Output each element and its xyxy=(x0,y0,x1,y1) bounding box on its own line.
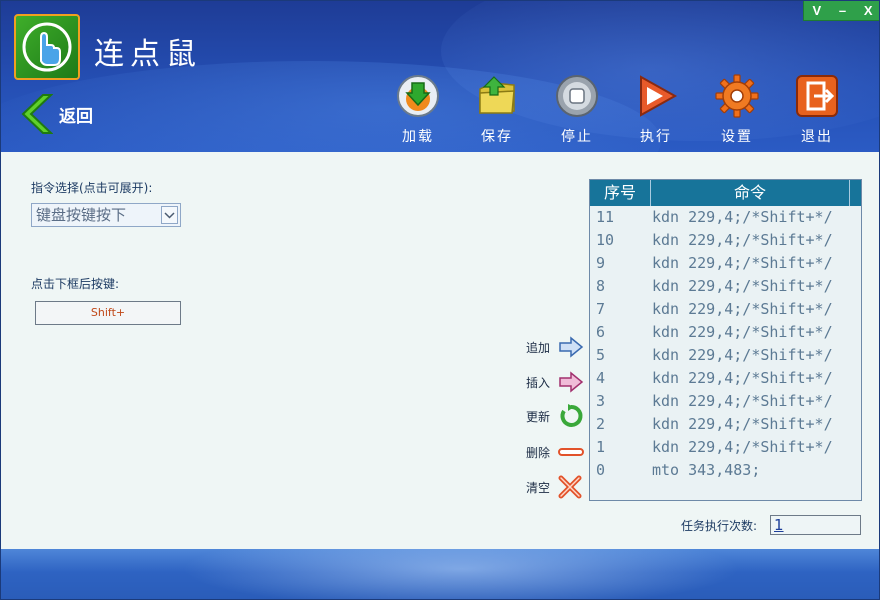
exit-button[interactable]: 退出 xyxy=(787,73,847,145)
download-arrow-icon xyxy=(397,75,439,117)
row-command: kdn 229,4;/*Shift+*/ xyxy=(652,323,833,341)
main-panel: 指令选择(点击可展开): 键盘按键按下 点击下框后按键: Shift+ 追加 插… xyxy=(1,152,879,549)
table-row[interactable]: 3 kdn 229,4;/*Shift+*/ xyxy=(590,390,861,413)
run-count-label: 任务执行次数: xyxy=(681,519,758,533)
restore-button[interactable]: V xyxy=(804,1,830,20)
row-command: kdn 229,4;/*Shift+*/ xyxy=(652,438,833,456)
row-command: kdn 229,4;/*Shift+*/ xyxy=(652,415,833,433)
play-icon xyxy=(640,75,678,117)
command-list-rows: 11 kdn 229,4;/*Shift+*/10 kdn 229,4;/*Shif… xyxy=(590,206,861,482)
footer xyxy=(1,549,879,599)
row-command: kdn 229,4;/*Shift+*/ xyxy=(652,300,833,318)
row-index: 9 xyxy=(596,254,606,272)
row-command: kdn 229,4;/*Shift+*/ xyxy=(652,231,833,249)
settings-label: 设置 xyxy=(721,129,753,145)
run-count-input[interactable]: 1 xyxy=(770,515,861,535)
table-row[interactable]: 9 kdn 229,4;/*Shift+*/ xyxy=(590,252,861,275)
minimize-button[interactable]: – xyxy=(830,1,856,20)
row-index: 4 xyxy=(596,369,606,387)
app-window: 连点鼠 V – X 返回 加载 保存 停止 执行 设置 退出 指令选择(点击可展… xyxy=(0,0,880,600)
row-index: 2 xyxy=(596,415,606,433)
refresh-icon xyxy=(560,404,583,427)
key-capture-field[interactable]: Shift+ xyxy=(35,301,181,325)
row-index: 5 xyxy=(596,346,606,364)
close-icon xyxy=(558,475,582,499)
command-list[interactable]: 序号 命令 11 kdn 229,4;/*Shift+*/10 kdn 229,4;… xyxy=(589,179,862,501)
clear-label: 清空 xyxy=(526,480,551,495)
table-row[interactable]: 10 kdn 229,4;/*Shift+*/ xyxy=(590,229,861,252)
append-button[interactable]: 追加 xyxy=(526,335,584,359)
run-label: 执行 xyxy=(640,129,672,145)
command-list-header: 序号 命令 xyxy=(590,180,861,206)
arrow-right-icon xyxy=(559,371,584,393)
back-button[interactable]: 返回 xyxy=(19,93,93,135)
row-command: mto 343,483; xyxy=(652,461,761,479)
chevron-left-icon xyxy=(21,94,53,134)
save-button[interactable]: 保存 xyxy=(467,73,527,145)
clear-button[interactable]: 清空 xyxy=(526,475,582,499)
back-label: 返回 xyxy=(59,106,93,127)
load-label: 加载 xyxy=(402,129,434,145)
column-header-index[interactable]: 序号 xyxy=(590,180,651,206)
insert-label: 插入 xyxy=(526,375,551,390)
minus-icon xyxy=(558,448,584,456)
table-row[interactable]: 5 kdn 229,4;/*Shift+*/ xyxy=(590,344,861,367)
exit-label: 退出 xyxy=(801,129,833,145)
settings-button[interactable]: 设置 xyxy=(707,73,767,145)
table-row[interactable]: 7 kdn 229,4;/*Shift+*/ xyxy=(590,298,861,321)
table-row[interactable]: 2 kdn 229,4;/*Shift+*/ xyxy=(590,413,861,436)
close-button[interactable]: X xyxy=(855,1,879,20)
chevron-down-icon[interactable] xyxy=(161,206,178,224)
gear-icon xyxy=(715,74,759,118)
command-select-label: 指令选择(点击可展开): xyxy=(31,181,153,195)
row-index: 7 xyxy=(596,300,606,318)
row-command: kdn 229,4;/*Shift+*/ xyxy=(652,208,833,226)
insert-button[interactable]: 插入 xyxy=(526,370,584,394)
delete-label: 删除 xyxy=(526,445,551,460)
window-controls: V – X xyxy=(803,1,879,21)
row-command: kdn 229,4;/*Shift+*/ xyxy=(652,346,833,364)
table-row[interactable]: 6 kdn 229,4;/*Shift+*/ xyxy=(590,321,861,344)
folder-icon xyxy=(479,76,515,114)
stop-label: 停止 xyxy=(561,129,593,145)
table-row[interactable]: 1 kdn 229,4;/*Shift+*/ xyxy=(590,436,861,459)
row-command: kdn 229,4;/*Shift+*/ xyxy=(652,369,833,387)
stop-icon xyxy=(556,75,598,117)
command-select[interactable]: 键盘按键按下 xyxy=(31,203,181,227)
exit-door-icon xyxy=(796,75,838,117)
row-command: kdn 229,4;/*Shift+*/ xyxy=(652,277,833,295)
row-index: 6 xyxy=(596,323,606,341)
stop-button[interactable]: 停止 xyxy=(547,73,607,145)
arrow-right-icon xyxy=(559,336,584,358)
row-index: 10 xyxy=(596,231,615,249)
load-button[interactable]: 加载 xyxy=(388,73,448,145)
table-row[interactable]: 0 mto 343,483; xyxy=(590,459,861,482)
append-label: 追加 xyxy=(526,340,551,355)
row-index: 0 xyxy=(596,461,606,479)
row-index: 11 xyxy=(596,208,615,226)
row-index: 1 xyxy=(596,438,606,456)
table-row[interactable]: 8 kdn 229,4;/*Shift+*/ xyxy=(590,275,861,298)
hand-pointer-icon xyxy=(14,14,80,80)
update-button[interactable]: 更新 xyxy=(526,404,584,428)
run-button[interactable]: 执行 xyxy=(626,73,686,145)
table-row[interactable]: 4 kdn 229,4;/*Shift+*/ xyxy=(590,367,861,390)
key-prompt-label: 点击下框后按键: xyxy=(31,277,120,291)
row-index: 3 xyxy=(596,392,606,410)
delete-button[interactable]: 删除 xyxy=(526,440,584,464)
table-row[interactable]: 11 kdn 229,4;/*Shift+*/ xyxy=(590,206,861,229)
command-select-value: 键盘按键按下 xyxy=(36,206,127,224)
row-command: kdn 229,4;/*Shift+*/ xyxy=(652,392,833,410)
update-label: 更新 xyxy=(526,409,551,424)
save-label: 保存 xyxy=(481,129,513,145)
row-index: 8 xyxy=(596,277,606,295)
row-command: kdn 229,4;/*Shift+*/ xyxy=(652,254,833,272)
header: 连点鼠 V – X 返回 加载 保存 停止 执行 设置 退出 xyxy=(1,1,879,152)
column-header-command[interactable]: 命令 xyxy=(651,180,850,206)
app-title: 连点鼠 xyxy=(94,37,202,72)
